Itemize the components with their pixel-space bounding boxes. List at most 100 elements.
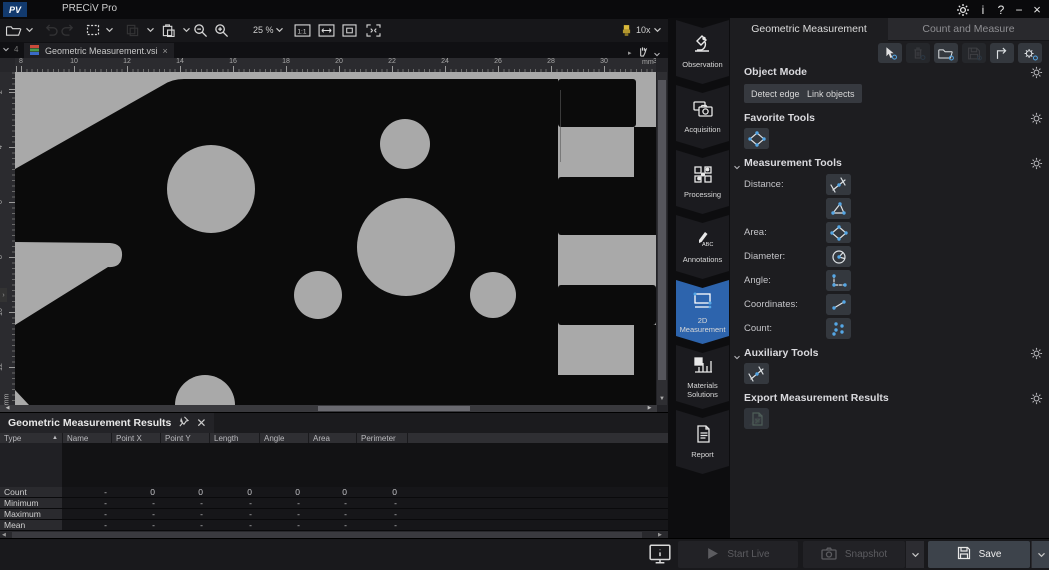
sidebar-item-observation[interactable]: Observation bbox=[676, 20, 729, 84]
fullscreen-button[interactable] bbox=[366, 21, 381, 39]
results-close-icon[interactable]: ✕ bbox=[196, 416, 206, 430]
tab-list-icon[interactable] bbox=[2, 45, 10, 54]
tab-count-and-measure[interactable]: Count and Measure bbox=[888, 18, 1049, 41]
sidebar-item-report[interactable]: Report bbox=[676, 410, 729, 474]
scroll-down-icon[interactable]: ▼ bbox=[657, 394, 667, 405]
column-header-type[interactable]: Type ▲ bbox=[0, 433, 62, 443]
open-file-dropdown[interactable] bbox=[24, 21, 34, 39]
column-header-name[interactable]: Name bbox=[63, 433, 111, 443]
results-panel: Geometric Measurement Results ✕ Type ▲Na… bbox=[0, 412, 668, 539]
h-ruler-tick-label: 10 bbox=[65, 58, 83, 65]
measure-diamond[interactable] bbox=[826, 222, 851, 243]
export-settings-icon[interactable] bbox=[1030, 392, 1043, 405]
horizontal-scrollbar-thumb[interactable] bbox=[318, 406, 470, 411]
column-header-perimeter[interactable]: Perimeter bbox=[357, 433, 407, 443]
results-column-headers: Type ▲NamePoint XPoint YLengthAngleAreaP… bbox=[0, 433, 668, 443]
results-body bbox=[0, 443, 668, 487]
zoom-level-value[interactable]: 25 % bbox=[253, 21, 274, 39]
scroll-left-icon[interactable]: ◀ bbox=[2, 405, 13, 412]
sidebar-item-label: Report bbox=[677, 451, 729, 460]
zoom-in-icon[interactable] bbox=[214, 21, 229, 39]
objective-magnification[interactable]: 10x bbox=[636, 21, 651, 39]
sidebar-item-label: Observation bbox=[677, 61, 729, 70]
zoom-level-dropdown[interactable] bbox=[274, 21, 284, 39]
paste-icon[interactable] bbox=[162, 21, 175, 39]
document-tab[interactable]: Geometric Measurement.vsi × bbox=[24, 43, 174, 58]
object-mode-settings-icon[interactable] bbox=[1030, 66, 1043, 79]
column-header-angle[interactable]: Angle bbox=[260, 433, 308, 443]
fit-window-button[interactable] bbox=[342, 21, 357, 39]
summary-value: - bbox=[206, 498, 255, 508]
zoom-1to1-button[interactable]: 1:1 bbox=[294, 21, 311, 39]
save-tag-button[interactable] bbox=[962, 43, 986, 63]
vertical-scrollbar[interactable]: ▼ bbox=[657, 72, 667, 405]
info-icon[interactable]: i bbox=[974, 1, 992, 18]
column-header-area[interactable]: Area bbox=[309, 433, 356, 443]
select-region-dropdown[interactable] bbox=[104, 21, 114, 39]
horizontal-scrollbar[interactable]: ◀ ▶ bbox=[0, 405, 657, 412]
snapshot-button[interactable]: Snapshot bbox=[803, 541, 905, 568]
document-tab-close-icon[interactable]: × bbox=[163, 46, 168, 56]
measurement-tools-settings-icon[interactable] bbox=[1030, 157, 1043, 170]
vertical-scrollbar-thumb[interactable] bbox=[658, 80, 666, 380]
summary-label: Minimum bbox=[0, 498, 62, 508]
export-doc-file-x[interactable] bbox=[744, 408, 769, 429]
sidebar-item-2d-measurement[interactable]: 2D Measurement bbox=[676, 280, 729, 344]
column-header-point-y[interactable]: Point Y bbox=[161, 433, 209, 443]
pan-expand-icon[interactable]: ▸ bbox=[628, 49, 632, 57]
summary-value: - bbox=[303, 520, 350, 530]
h-ruler-tick-label: 26 bbox=[489, 58, 507, 65]
favorite-tools-settings-icon[interactable] bbox=[1030, 112, 1043, 125]
measure-count-dots[interactable] bbox=[826, 318, 851, 339]
start-live-button[interactable]: Start Live bbox=[678, 541, 798, 568]
measure-caliper[interactable] bbox=[826, 174, 851, 195]
sidebar-item-acquisition[interactable]: Acquisition bbox=[676, 85, 729, 149]
column-header-point-x[interactable]: Point X bbox=[112, 433, 160, 443]
auxiliary-tools-settings-icon[interactable] bbox=[1030, 347, 1043, 360]
zoom-out-icon[interactable] bbox=[193, 21, 208, 39]
auxiliary-caliper[interactable] bbox=[744, 363, 769, 384]
pin-icon[interactable] bbox=[178, 414, 189, 432]
tab-geometric-measurement[interactable]: Geometric Measurement bbox=[730, 18, 888, 40]
display-button[interactable] bbox=[648, 542, 672, 570]
specimen-image[interactable] bbox=[15, 72, 656, 405]
open-file-icon[interactable] bbox=[5, 21, 22, 39]
save-dropdown[interactable] bbox=[1031, 541, 1049, 568]
sidebar-item-processing[interactable]: Processing bbox=[676, 150, 729, 214]
minimize-button[interactable]: − bbox=[1010, 1, 1028, 18]
measure-perpendicular[interactable] bbox=[826, 270, 851, 291]
results-title-bar: Geometric Measurement Results ✕ bbox=[0, 413, 668, 433]
redo-icon[interactable] bbox=[61, 21, 76, 39]
save-button[interactable]: Save bbox=[928, 541, 1030, 568]
measure-line-2point[interactable] bbox=[826, 294, 851, 315]
sidebar-item-materials-solutions[interactable]: Materials Solutions bbox=[676, 345, 729, 409]
corner-arrow-button[interactable] bbox=[990, 43, 1014, 63]
paste-dropdown[interactable] bbox=[181, 21, 191, 39]
snapshot-camera-icon bbox=[821, 547, 837, 563]
close-button[interactable]: × bbox=[1028, 1, 1046, 18]
settings-gear-icon[interactable] bbox=[954, 1, 972, 18]
measurement-tools-collapse-icon[interactable] bbox=[733, 157, 743, 175]
measure-circle-pie[interactable] bbox=[826, 246, 851, 267]
measure-triangle[interactable] bbox=[826, 198, 851, 219]
fit-width-button[interactable] bbox=[318, 21, 335, 39]
select-region-icon[interactable] bbox=[86, 21, 100, 39]
trash-tag-button[interactable] bbox=[906, 43, 930, 63]
link-objects-button[interactable]: Link objects bbox=[800, 84, 862, 103]
sidebar-item-annotations[interactable]: ABC Annotations bbox=[676, 215, 729, 279]
help-icon[interactable]: ? bbox=[992, 1, 1010, 18]
copy-icon[interactable] bbox=[126, 21, 139, 39]
column-header-length[interactable]: Length bbox=[210, 433, 259, 443]
undo-icon[interactable] bbox=[43, 21, 58, 39]
snapshot-dropdown[interactable] bbox=[906, 541, 924, 568]
folder-tag-button[interactable] bbox=[934, 43, 958, 63]
objective-dropdown[interactable] bbox=[652, 21, 662, 39]
copy-dropdown[interactable] bbox=[145, 21, 155, 39]
tab-overflow[interactable]: 4 bbox=[2, 45, 18, 54]
cursor-tag-button[interactable] bbox=[878, 43, 902, 63]
favorite-diamond[interactable] bbox=[744, 128, 769, 149]
left-expander[interactable]: › bbox=[0, 288, 7, 302]
auxiliary-tools-collapse-icon[interactable] bbox=[733, 347, 743, 365]
gear-tag-button[interactable] bbox=[1018, 43, 1042, 63]
scroll-right-icon[interactable]: ▶ bbox=[644, 405, 655, 412]
